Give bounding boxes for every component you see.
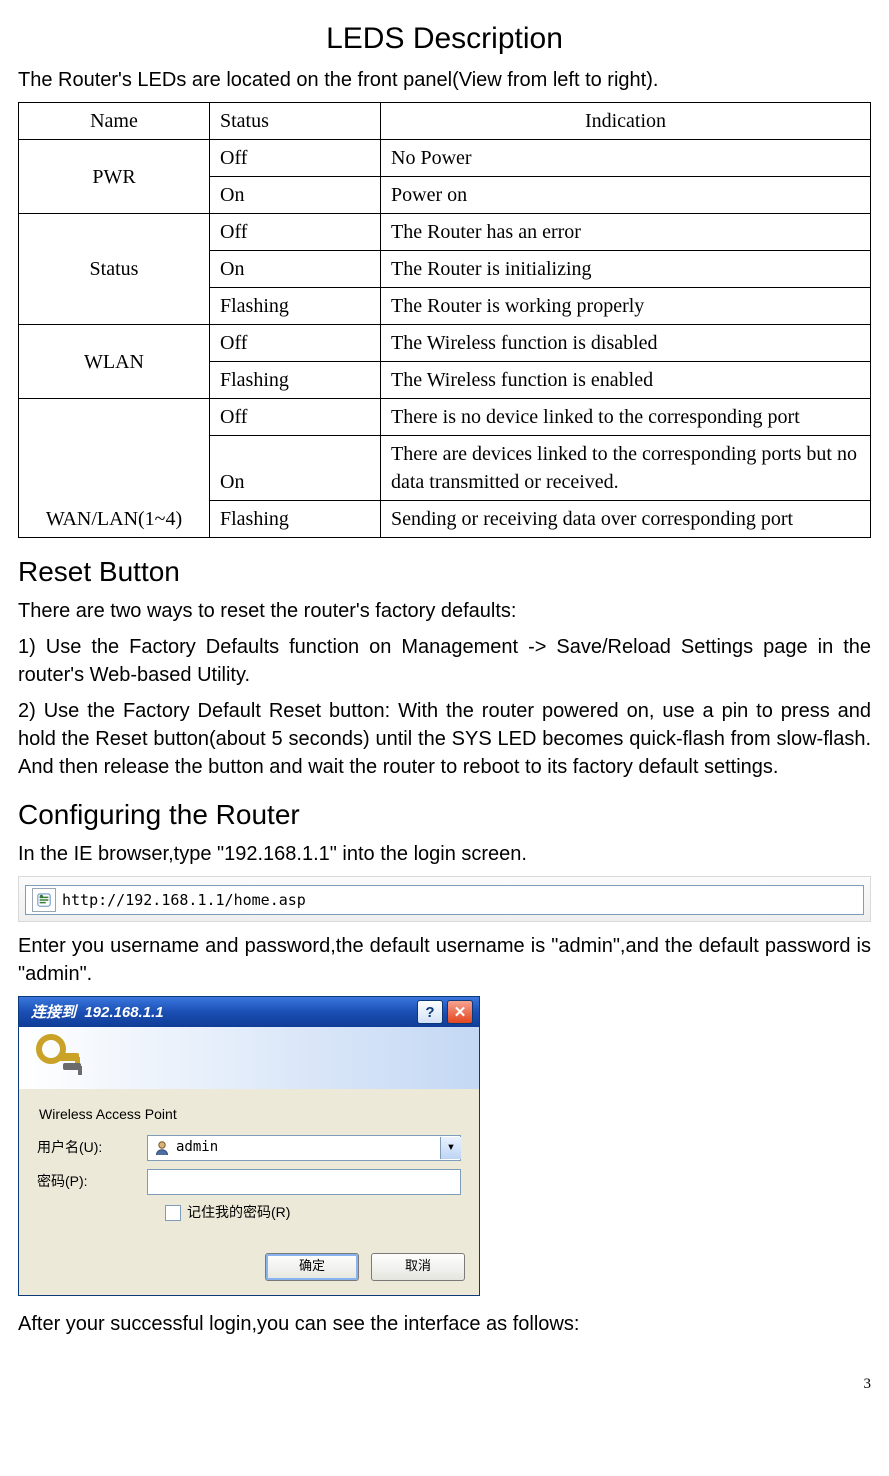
table-row: Status Off The Router has an error	[19, 214, 871, 251]
password-label: 密码(P):	[37, 1172, 147, 1192]
col-name: Name	[19, 103, 210, 140]
table-row: WLAN Off The Wireless function is disabl…	[19, 325, 871, 362]
leds-intro: The Router's LEDs are located on the fro…	[18, 66, 871, 94]
led-indication: The Router is initializing	[381, 251, 871, 288]
leds-table: Name Status Indication PWR Off No Power …	[18, 102, 871, 538]
page-number: 3	[18, 1374, 871, 1395]
led-indication: Power on	[381, 177, 871, 214]
ok-label: 确定	[299, 1257, 325, 1275]
remember-label: 记住我的密码(R)	[187, 1203, 290, 1223]
led-status: Flashing	[210, 288, 381, 325]
ok-button[interactable]: 确定	[265, 1253, 359, 1281]
page-favicon-icon	[32, 888, 56, 912]
username-value: admin	[176, 1138, 436, 1158]
addressbar-screenshot: http://192.168.1.1/home.asp	[18, 876, 871, 922]
username-field[interactable]: admin ▾	[147, 1135, 461, 1161]
led-indication: The Router is working properly	[381, 288, 871, 325]
led-status: Off	[210, 325, 381, 362]
help-button[interactable]: ?	[417, 1000, 443, 1024]
config-heading: Configuring the Router	[18, 795, 871, 834]
close-icon: ✕	[454, 1002, 467, 1023]
led-indication: The Wireless function is enabled	[381, 362, 871, 399]
led-indication: Sending or receiving data over correspon…	[381, 501, 871, 538]
reset-heading: Reset Button	[18, 552, 871, 591]
close-button[interactable]: ✕	[447, 1000, 473, 1024]
keyring-icon	[35, 1033, 83, 1085]
led-status: Off	[210, 214, 381, 251]
led-status: On	[210, 177, 381, 214]
led-status: On	[210, 436, 381, 501]
led-name: PWR	[19, 140, 210, 214]
cancel-button[interactable]: 取消	[371, 1253, 465, 1281]
user-icon	[154, 1140, 170, 1156]
led-status: On	[210, 251, 381, 288]
config-p2: Enter you username and password,the defa…	[18, 932, 871, 988]
dropdown-button[interactable]: ▾	[440, 1137, 461, 1159]
password-field[interactable]	[147, 1169, 461, 1195]
dialog-title: 连接到 192.168.1.1	[31, 1002, 164, 1023]
led-status: Flashing	[210, 501, 381, 538]
led-name: WAN/LAN(1~4)	[19, 399, 210, 538]
dialog-titlebar: 连接到 192.168.1.1 ? ✕	[19, 997, 479, 1027]
led-name: Status	[19, 214, 210, 325]
remember-checkbox[interactable]	[165, 1205, 181, 1221]
help-icon: ?	[425, 1002, 434, 1023]
led-status: Flashing	[210, 362, 381, 399]
table-header-row: Name Status Indication	[19, 103, 871, 140]
reset-p2: 1) Use the Factory Defaults function on …	[18, 633, 871, 689]
leds-heading: LEDS Description	[18, 18, 871, 60]
chevron-down-icon: ▾	[447, 1138, 455, 1158]
led-indication: There are devices linked to the correspo…	[381, 436, 871, 501]
config-p1: In the IE browser,type "192.168.1.1" int…	[18, 840, 871, 868]
cancel-label: 取消	[405, 1257, 431, 1275]
addressbar-url: http://192.168.1.1/home.asp	[62, 890, 863, 911]
led-status: Off	[210, 399, 381, 436]
led-indication: The Wireless function is disabled	[381, 325, 871, 362]
led-indication: No Power	[381, 140, 871, 177]
reset-p3: 2) Use the Factory Default Reset button:…	[18, 697, 871, 781]
dialog-banner	[19, 1027, 479, 1089]
col-indication: Indication	[381, 103, 871, 140]
led-indication: There is no device linked to the corresp…	[381, 399, 871, 436]
table-row: WAN/LAN(1~4) Off There is no device link…	[19, 399, 871, 436]
col-status: Status	[210, 103, 381, 140]
led-indication: The Router has an error	[381, 214, 871, 251]
username-label: 用户名(U):	[37, 1138, 147, 1158]
led-status: Off	[210, 140, 381, 177]
reset-p1: There are two ways to reset the router's…	[18, 597, 871, 625]
config-p3: After your successful login,you can see …	[18, 1310, 871, 1338]
server-name: Wireless Access Point	[39, 1105, 461, 1125]
led-name: WLAN	[19, 325, 210, 399]
table-row: PWR Off No Power	[19, 140, 871, 177]
addressbar[interactable]: http://192.168.1.1/home.asp	[25, 885, 864, 915]
login-dialog: 连接到 192.168.1.1 ? ✕ Wireless Access Poin…	[18, 996, 480, 1295]
